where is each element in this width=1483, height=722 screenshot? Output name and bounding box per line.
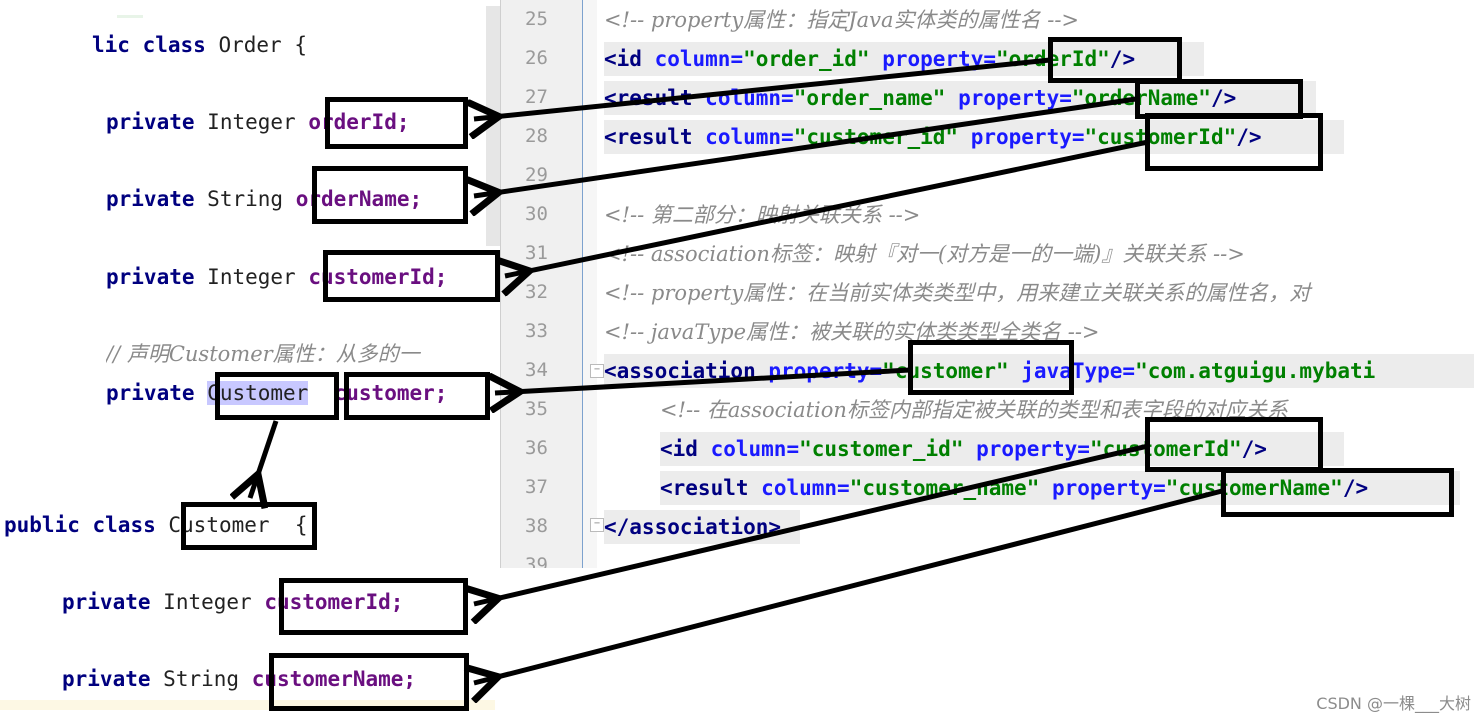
xml-value: "customer_id"	[799, 437, 964, 461]
modifier: private	[62, 667, 151, 691]
watermark: CSDN @一棵___大树	[1316, 694, 1471, 713]
java-comment: // 声明Customer属性：从多的一	[106, 342, 420, 366]
fold-strip	[583, 0, 597, 568]
xml-comment: <!-- property属性：在当前实体类类型中，用来建立关联关系的属性名，对	[604, 281, 1311, 305]
xml-value: "customer_id"	[793, 125, 959, 149]
highlight-box-customer-xml	[908, 340, 1074, 395]
xml-comment: <!-- 第二部分：映射关联关系 -->	[604, 203, 921, 227]
line-number: 31	[525, 242, 548, 264]
highlight-box-Customer-class	[181, 502, 317, 550]
type-name: Integer	[163, 590, 252, 614]
modifier: private	[106, 110, 195, 134]
keyword: lic	[92, 33, 130, 57]
xml-attr: property=	[970, 125, 1085, 149]
highlight-box-customerId-customer	[279, 578, 468, 635]
keyword: public	[4, 513, 80, 537]
xml-association-close: </association>	[604, 510, 800, 544]
highlight-box-customerName-customer	[269, 653, 469, 711]
line-number: 33	[525, 320, 548, 342]
line-number: 32	[525, 281, 548, 303]
line-number: 29	[525, 164, 548, 186]
highlight-box-customerId-assoc-xml	[1145, 417, 1323, 472]
highlight-box-customerName-xml	[1221, 468, 1454, 517]
highlight-box-Customer-type	[215, 372, 339, 420]
type-name: String	[163, 667, 240, 691]
xml-tag: <id	[604, 47, 642, 71]
order-class-header: lic class Order {	[92, 30, 307, 60]
highlight-box-customer-field	[344, 372, 490, 420]
type-name: Integer	[207, 265, 296, 289]
line-number: 37	[525, 476, 548, 498]
line-number: 35	[525, 398, 548, 420]
line-number: 39	[525, 554, 548, 568]
class-name: Order	[218, 33, 282, 57]
xml-attr: column=	[710, 437, 800, 461]
line-number: 27	[525, 86, 548, 108]
line-number: 25	[525, 8, 548, 30]
code-fragment: 1/	[92, 0, 143, 18]
xml-attr: column=	[761, 476, 850, 500]
xml-attr: property=	[958, 86, 1072, 110]
highlight-box-customerId-xml	[1145, 113, 1323, 171]
line-number: 30	[525, 203, 548, 225]
type-name: String	[207, 187, 284, 211]
modifier: private	[106, 265, 195, 289]
xml-tag: <result	[604, 125, 693, 149]
xml-tag: <id	[660, 437, 698, 461]
xml-tag: <result	[604, 86, 693, 110]
highlight-box-orderName-java	[312, 166, 468, 224]
xml-tag: <result	[660, 476, 749, 500]
xml-attr: property=	[976, 437, 1090, 461]
xml-attr: property=	[882, 47, 996, 71]
line-number: 34	[525, 359, 548, 381]
brace: {	[294, 33, 307, 57]
xml-value: "customer_name"	[849, 476, 1040, 500]
highlight-box-customerId-java	[323, 250, 500, 302]
xml-value: "order_name"	[793, 86, 946, 110]
line-number-gutter: 25 26 27 28 29 30 31 32 33 34 35 36 37 3…	[500, 0, 583, 568]
type-name: Integer	[207, 110, 296, 134]
modifier: private	[106, 381, 195, 405]
line-number: 38	[525, 515, 548, 537]
line-number: 36	[525, 437, 548, 459]
modifier: private	[62, 590, 151, 614]
code-fragment-text: 1/	[117, 15, 143, 18]
xml-attr: property=	[768, 359, 883, 383]
xml-value: "com.atguigu.mybati	[1135, 359, 1376, 383]
fold-collapse-icon[interactable]: −	[590, 364, 604, 378]
keyword: class	[142, 33, 206, 57]
xml-attr: column=	[705, 86, 794, 110]
xml-attr: property=	[1052, 476, 1166, 500]
xml-comment: <!-- property属性：指定Java实体类的属性名 -->	[604, 8, 1080, 32]
xml-tag: <association	[604, 359, 756, 383]
xml-attr: column=	[654, 47, 744, 71]
arrow-Customer-class	[250, 420, 279, 498]
line-number: 26	[525, 47, 548, 69]
highlight-box-orderId-java	[325, 97, 468, 149]
xml-attr: column=	[705, 125, 794, 149]
xml-value: "order_id"	[743, 47, 870, 71]
keyword: class	[92, 513, 156, 537]
fold-end-icon[interactable]: −	[590, 518, 604, 532]
modifier: private	[106, 187, 195, 211]
overview-ruler	[486, 6, 500, 246]
highlight-box-orderId-xml	[1048, 37, 1182, 83]
line-number: 28	[525, 125, 548, 147]
xml-comment: <!-- association标签：映射『对一(对方是一的一端)』关联关系 -…	[604, 242, 1245, 266]
